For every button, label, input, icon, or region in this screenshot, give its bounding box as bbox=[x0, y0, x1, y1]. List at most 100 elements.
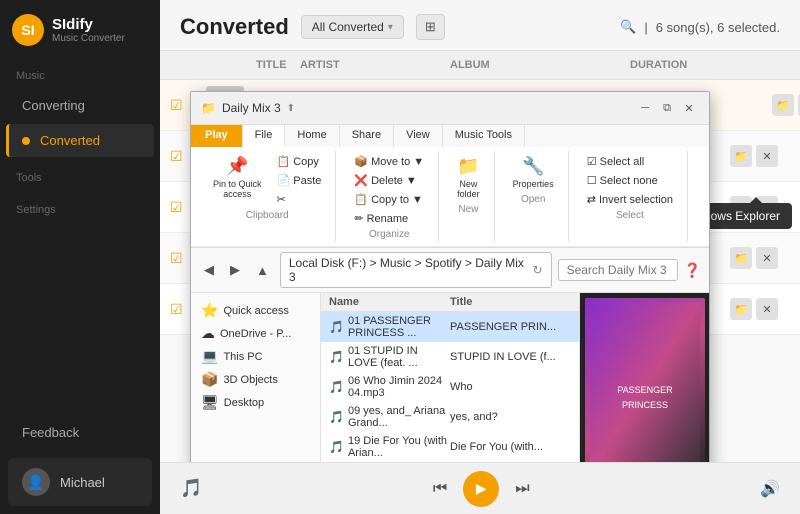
folder-button[interactable]: 📁 bbox=[730, 247, 752, 269]
back-button[interactable]: ◀ bbox=[199, 260, 219, 280]
user-avatar: 👤 bbox=[22, 468, 50, 496]
play-button[interactable]: ▶ bbox=[463, 471, 499, 507]
new-label: New bbox=[458, 204, 478, 215]
organize-label: Organize bbox=[369, 229, 410, 240]
col-file-title: Title bbox=[450, 296, 571, 308]
ribbon-group-clipboard: 📌 Pin to Quickaccess 📋 Copy 📄 Paste bbox=[199, 151, 336, 242]
folder-button[interactable]: 📁 bbox=[772, 94, 794, 116]
sidebar-item-converting[interactable]: Converting bbox=[6, 89, 154, 122]
delete-button[interactable]: ❌ Delete ▼ bbox=[348, 172, 430, 189]
user-name: Michael bbox=[60, 475, 105, 490]
tab-play[interactable]: Play bbox=[191, 125, 243, 147]
quick-access-icon: ⬆ bbox=[287, 103, 295, 114]
next-button[interactable]: ⏭ bbox=[515, 480, 529, 498]
search-icon[interactable]: 🔍 bbox=[620, 19, 636, 35]
file-icon: 🎵 bbox=[329, 380, 344, 394]
explorer-sidebar: ⭐ Quick access ☁ OneDrive - P... 💻 This … bbox=[191, 293, 321, 462]
player-controls: ⏮ ▶ ⏭ bbox=[433, 471, 530, 507]
quick-access-item[interactable]: ⭐ Quick access bbox=[195, 299, 316, 322]
feedback-label: Feedback bbox=[22, 425, 79, 440]
tab-file[interactable]: File bbox=[243, 125, 286, 147]
filter-dropdown[interactable]: All Converted ▾ bbox=[301, 15, 404, 39]
table-header: TITLE ARTIST ALBUM DURATION bbox=[160, 51, 800, 80]
invert-selection-button[interactable]: ⇄ Invert selection bbox=[581, 191, 679, 208]
move-icon: 📦 bbox=[354, 155, 368, 168]
copy-to-button[interactable]: 📋 Copy to ▼ bbox=[348, 191, 430, 208]
main-header: Converted All Converted ▾ ⊞ 🔍 | 6 song(s… bbox=[160, 0, 800, 51]
folder-button[interactable]: 📁 bbox=[730, 298, 752, 320]
file-row[interactable]: 🎵 06 Who Jimin 2024 04.mp3 Who bbox=[321, 372, 579, 402]
desktop-item[interactable]: 🖥 Desktop bbox=[195, 391, 316, 414]
select-label: Select bbox=[616, 210, 644, 221]
preview-image: PASSENGER PRINCESS bbox=[585, 298, 705, 462]
remove-button[interactable]: ✕ bbox=[756, 145, 778, 167]
file-list-header: Name Title bbox=[321, 293, 579, 312]
remove-button[interactable]: ✕ bbox=[756, 298, 778, 320]
help-icon: ❓ bbox=[684, 262, 701, 279]
app-logo: SI SIdify Music Converter bbox=[0, 0, 160, 56]
select-all-button[interactable]: ☑ Select all bbox=[581, 153, 679, 170]
new-folder-icon: 📁 bbox=[457, 156, 479, 177]
ribbon-group-select: ☑ Select all ☐ Select none ⇄ Invert sele… bbox=[573, 151, 688, 242]
cut-button[interactable]: ✂ bbox=[271, 191, 328, 208]
rename-icon: ✏ bbox=[354, 212, 363, 225]
tab-view[interactable]: View bbox=[394, 125, 443, 147]
col-artist: ARTIST bbox=[300, 59, 450, 71]
restore-button[interactable]: ⧉ bbox=[657, 98, 677, 118]
up-button[interactable]: ▲ bbox=[251, 261, 274, 280]
3d-objects-item[interactable]: 📦 3D Objects bbox=[195, 368, 316, 391]
copy-button[interactable]: 📋 Copy bbox=[271, 153, 328, 170]
pin-to-quick-access-button[interactable]: 📌 Pin to Quickaccess bbox=[207, 153, 268, 202]
delete-icon: ❌ bbox=[354, 174, 368, 187]
prev-button[interactable]: ⏮ bbox=[433, 480, 447, 498]
col-name: Name bbox=[329, 296, 450, 308]
grid-view-button[interactable]: ⊞ bbox=[416, 14, 445, 40]
forward-button[interactable]: ▶ bbox=[225, 260, 245, 280]
file-row[interactable]: 🎵 19 Die For You (with Arian... Die For … bbox=[321, 432, 579, 462]
chevron-down-icon: ▾ bbox=[388, 22, 393, 33]
sidebar-item-converted[interactable]: Converted bbox=[6, 124, 154, 157]
cloud-icon: ☁ bbox=[201, 325, 215, 342]
properties-icon: 🔧 bbox=[522, 156, 544, 177]
address-field[interactable]: Local Disk (F:) > Music > Spotify > Dail… bbox=[280, 252, 552, 288]
select-none-button[interactable]: ☐ Select none bbox=[581, 172, 679, 189]
minimize-button[interactable]: ─ bbox=[635, 98, 655, 118]
file-row[interactable]: 🎵 01 PASSENGER PRINCESS ... PASSENGER PR… bbox=[321, 312, 579, 342]
user-profile[interactable]: 👤 Michael bbox=[8, 458, 152, 506]
properties-button[interactable]: 🔧 Properties bbox=[507, 153, 560, 192]
clipboard-label: Clipboard bbox=[246, 210, 289, 221]
tab-music-tools[interactable]: Music Tools bbox=[443, 125, 525, 147]
folder-button[interactable]: 📁 bbox=[730, 145, 752, 167]
move-to-button[interactable]: 📦 Move to ▼ bbox=[348, 153, 430, 170]
file-row[interactable]: 🎵 09 yes, and_ Ariana Grand... yes, and? bbox=[321, 402, 579, 432]
this-pc-item[interactable]: 💻 This PC bbox=[195, 345, 316, 368]
sidebar-item-feedback[interactable]: Feedback bbox=[6, 416, 154, 449]
onedrive-item[interactable]: ☁ OneDrive - P... bbox=[195, 322, 316, 345]
search-input[interactable] bbox=[558, 259, 678, 281]
rename-button[interactable]: ✏ Rename bbox=[348, 210, 430, 227]
file-row[interactable]: 🎵 01 STUPID IN LOVE (feat. ... STUPID IN… bbox=[321, 342, 579, 372]
paste-icon: 📄 bbox=[277, 174, 291, 187]
desktop-icon: 🖥 bbox=[201, 394, 219, 411]
new-folder-button[interactable]: 📁 Newfolder bbox=[451, 153, 486, 202]
ribbon-group-new: 📁 Newfolder New bbox=[443, 151, 495, 242]
ribbon-content: 📌 Pin to Quickaccess 📋 Copy 📄 Paste bbox=[191, 147, 709, 247]
file-icon: 🎵 bbox=[329, 440, 344, 454]
app-subtitle: Music Converter bbox=[52, 33, 125, 44]
sidebar-converting-label: Converting bbox=[22, 98, 85, 113]
song-count: 6 song(s), 6 selected. bbox=[656, 20, 780, 35]
remove-button[interactable]: ✕ bbox=[756, 247, 778, 269]
tab-home[interactable]: Home bbox=[285, 125, 339, 147]
tab-share[interactable]: Share bbox=[340, 125, 394, 147]
explorer-titlebar: 📁 Daily Mix 3 ⬆ ─ ⧉ ✕ bbox=[191, 92, 709, 125]
3d-icon: 📦 bbox=[201, 371, 218, 388]
scissors-icon: ✂ bbox=[277, 193, 286, 206]
paste-button[interactable]: 📄 Paste bbox=[271, 172, 328, 189]
music-note-icon: 🎵 bbox=[180, 478, 202, 499]
refresh-button[interactable]: ↻ bbox=[533, 263, 543, 277]
sidebar-converted-label: Converted bbox=[40, 133, 100, 148]
explorer-dialog[interactable]: 📁 Daily Mix 3 ⬆ ─ ⧉ ✕ Play File Home Sha… bbox=[190, 91, 710, 462]
sidebar: SI SIdify Music Converter Music Converti… bbox=[0, 0, 160, 514]
close-button[interactable]: ✕ bbox=[679, 98, 699, 118]
separator: | bbox=[644, 20, 647, 35]
